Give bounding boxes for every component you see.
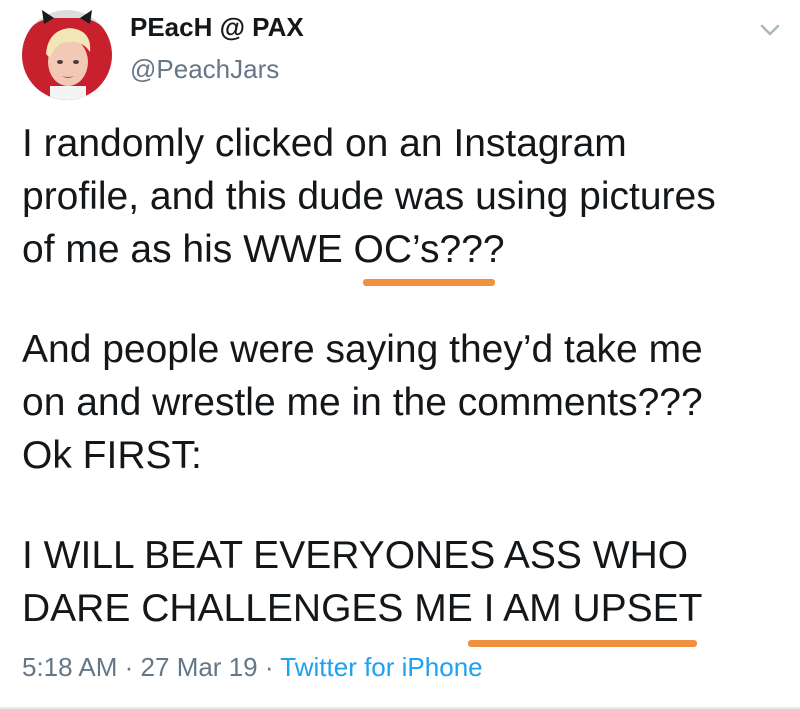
tweet-time[interactable]: 5:18 AM — [22, 652, 117, 682]
tweet-paragraph: I WILL BEAT EVERYONES ASS WHO DARE CHALL… — [22, 529, 792, 635]
avatar-image — [22, 10, 112, 100]
tweet-line: And people were saying they’d take me — [22, 328, 703, 371]
highlight-underline — [468, 640, 697, 647]
tweet-paragraph: And people were saying they’d take me on… — [22, 323, 792, 482]
tweet-card: PEacH @ PAX @PeachJars I randomly clicke… — [0, 0, 800, 709]
avatar[interactable] — [22, 10, 112, 100]
tweet-metadata: 5:18 AM · 27 Mar 19 · Twitter for iPhone — [22, 652, 483, 683]
author-handle[interactable]: @PeachJars — [130, 54, 279, 85]
tweet-line: DARE CHALLENGES ME I AM UPSET — [22, 587, 703, 630]
meta-separator: · — [124, 652, 134, 682]
tweet-text: I randomly clicked on an Instagram profi… — [22, 117, 792, 635]
tweet-date[interactable]: 27 Mar 19 — [141, 652, 258, 682]
tweet-line: of me as his WWE OC’s??? — [22, 228, 505, 271]
tweet-line: I randomly clicked on an Instagram — [22, 122, 627, 165]
chevron-down-icon[interactable] — [757, 20, 783, 40]
tweet-source-link[interactable]: Twitter for iPhone — [280, 652, 482, 682]
tweet-line: I WILL BEAT EVERYONES ASS WHO — [22, 534, 689, 577]
tweet-line: profile, and this dude was using picture… — [22, 175, 716, 218]
author-display-name[interactable]: PEacH @ PAX — [130, 12, 304, 43]
tweet-line: Ok FIRST: — [22, 434, 202, 477]
highlight-underline — [363, 279, 495, 286]
meta-separator: · — [264, 652, 274, 682]
tweet-line: on and wrestle me in the comments??? — [22, 381, 703, 424]
tweet-paragraph: I randomly clicked on an Instagram profi… — [22, 117, 792, 276]
